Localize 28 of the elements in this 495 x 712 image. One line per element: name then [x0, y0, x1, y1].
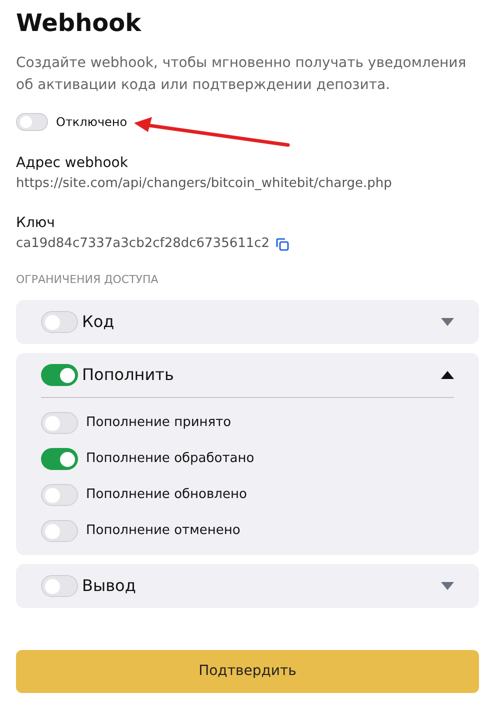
toggle-switch[interactable]: [41, 575, 78, 597]
group-label: Код: [82, 311, 116, 333]
field-label: Адрес webhook: [16, 154, 129, 173]
submit-button[interactable]: Подтвердить: [16, 650, 479, 693]
copy-icon[interactable]: [276, 238, 289, 250]
toggle-switch[interactable]: [41, 448, 78, 470]
description-text: Создайте webhook, чтобы мгновенно получать уведомления об активации кода или подтверждении депозита.: [16, 54, 468, 95]
toggle-switch[interactable]: [41, 520, 78, 542]
option-label: Пополнение обработано: [86, 450, 254, 468]
caret-up-icon[interactable]: [441, 371, 454, 379]
caret-down-icon[interactable]: [441, 582, 454, 590]
toggle-switch[interactable]: [41, 364, 78, 386]
toggle-label: Отключено: [56, 114, 128, 131]
toggle-switch[interactable]: [16, 113, 48, 131]
option-label: Пополнение отменено: [86, 522, 240, 540]
field-label: Ключ: [16, 214, 56, 233]
field-value: https://site.com/api/changers/bitcoin_whitebit/charge.php: [16, 175, 392, 193]
option-label: Пополнение принято: [86, 414, 232, 432]
toggle-switch[interactable]: [41, 412, 78, 434]
group-label: Вывод: [82, 575, 137, 597]
section-heading: ОГРАНИЧЕНИЯ ДОСТУПА: [16, 273, 160, 287]
group-label: Пополнить: [82, 364, 175, 386]
toggle-switch[interactable]: [41, 484, 78, 506]
field-value: ca19d84c7337a3cb2cf28dc6735611c2: [16, 235, 270, 253]
caret-down-icon[interactable]: [441, 318, 454, 326]
option-label: Пополнение обновлено: [86, 486, 247, 504]
page-title: Webhook: [16, 8, 142, 38]
toggle-switch[interactable]: [41, 311, 78, 333]
